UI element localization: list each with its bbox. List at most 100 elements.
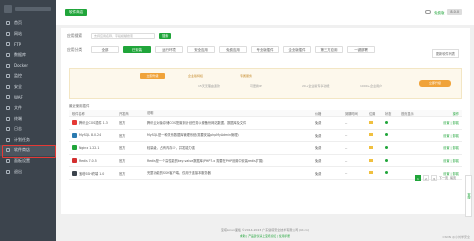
col-name: 软件名称 [72, 111, 85, 116]
app-developer: 官方 [119, 133, 126, 138]
col-expiry: 到期时间 [345, 111, 358, 116]
search-button[interactable]: 搜索 [159, 33, 172, 39]
sidebar-item-security[interactable]: 安全 [0, 82, 56, 93]
sidebar-item-files[interactable]: 文件 [0, 103, 56, 114]
footer-links[interactable]: 求助 | 产品建议请上宝塔论坛 | 使用手册 [56, 234, 474, 238]
grid-icon [6, 148, 10, 153]
app-name-text: Nginx 1.22.1 [79, 145, 100, 150]
pagination: 1 2 3 下一页 尾页 [414, 175, 456, 181]
banner-feature-2: 可更换IP [250, 84, 262, 88]
table-row: 宝塔SSH终端 1.0 官方 完整功能的SSH客户端，仅用于连接本服务器 免费 … [69, 167, 462, 180]
category-free[interactable]: 免费应用 [219, 46, 247, 53]
version-badge[interactable]: 8.0.0 [447, 9, 462, 15]
sidebar-item-label: WAF [14, 94, 23, 100]
monitor-icon [6, 74, 10, 79]
app-price: 免费 [315, 133, 322, 138]
category-label: 应用分类 [67, 46, 83, 52]
folder-icon [369, 120, 373, 124]
category-runtime[interactable]: 运行环境 [155, 46, 183, 53]
app-actions[interactable]: 设置 | 卸载 [423, 133, 462, 138]
app-expiry: -- [345, 120, 348, 125]
app-expiry: -- [345, 145, 348, 150]
sidebar-item-waf[interactable]: WAF [0, 92, 56, 103]
table-row: 腾讯云COS插件 1.3 官方 腾讯云对象存储COS配置到计划任务以便备份网站数… [69, 117, 462, 130]
category-enterprise[interactable]: 企业版插件 [283, 46, 311, 53]
firewall-icon [6, 95, 10, 100]
app-price: 免费 [315, 146, 322, 151]
sidebar-item-store[interactable]: 软件商店 [0, 145, 56, 158]
upgrade-banner: 立即升级 企业版特权 专属服务 15天无理由退款 可更换IP 20+企业版专享功… [69, 68, 462, 99]
status-dot-icon [385, 158, 388, 162]
log-icon [6, 127, 10, 132]
support-float-button[interactable]: 客服 [465, 175, 472, 217]
app-location[interactable] [369, 145, 385, 150]
sidebar-item-settings[interactable]: 面板设置 [0, 156, 56, 167]
app-name: 宝塔SSH终端 1.0 [69, 170, 119, 176]
shield-icon [6, 84, 10, 89]
sidebar-item-monitor[interactable]: 监控 [0, 71, 56, 82]
sidebar-item-label: 数据库 [14, 52, 26, 58]
table-row: Nginx 1.22.1 官方 轻量级，占有内存少，并发能力强 免费 -- 设置… [69, 142, 462, 155]
app-icon [72, 120, 77, 126]
category-all[interactable]: 全部 [91, 46, 119, 53]
category-pro[interactable]: 专业版插件 [251, 46, 279, 53]
upgrade-button[interactable]: 立即升级 [419, 80, 451, 87]
server-ip [15, 7, 51, 11]
sidebar-item-terminal[interactable]: 终端 [0, 113, 56, 124]
sidebar-item-logs[interactable]: 日志 [0, 124, 56, 135]
col-location: 位置 [369, 111, 376, 116]
app-location[interactable] [369, 133, 385, 137]
search-input[interactable]: 支持应用名称、字段模糊搜索 [91, 33, 155, 39]
category-thirdparty[interactable]: 第三方应用 [315, 46, 343, 53]
sidebar-item-docker[interactable]: Docker [0, 60, 56, 71]
app-icon [72, 158, 77, 164]
sidebar-item-label: 计划任务 [14, 136, 30, 142]
toggle-icon[interactable] [425, 10, 432, 14]
home-icon [6, 21, 10, 26]
edition-label: 免费版 [434, 10, 445, 15]
app-actions[interactable]: 设置 | 卸载 [423, 145, 462, 150]
sidebar-item-home[interactable]: 首页 [0, 18, 56, 29]
category-installed[interactable]: 已安装 [123, 46, 151, 53]
app-location[interactable] [369, 120, 385, 125]
sidebar-item-label: 软件商店 [14, 147, 30, 153]
app-name-text: Redis 7.0.5 [79, 158, 97, 163]
sidebar-item-website[interactable]: 网站 [0, 29, 56, 40]
col-status: 状态 [385, 111, 392, 116]
sidebar-item-label: 首页 [14, 20, 22, 26]
folder-icon [369, 158, 373, 162]
search-label: 应用搜索 [67, 33, 83, 38]
status-dot-icon [385, 145, 388, 149]
upgrade-logo: 立即升级 [140, 73, 165, 79]
category-security[interactable]: 安全应用 [187, 46, 215, 53]
app-icon [72, 132, 77, 138]
category-deploy[interactable]: 一键部署 [347, 46, 375, 53]
sidebar-item-database[interactable]: 数据库 [0, 50, 56, 61]
page-3[interactable]: 3 [430, 175, 437, 181]
page-last[interactable]: 尾页 [450, 176, 456, 180]
logo-icon [4, 5, 12, 13]
sidebar-item-ftp[interactable]: FTP [0, 39, 56, 50]
app-location[interactable] [369, 171, 385, 175]
col-price: 价格 [315, 111, 322, 116]
sidebar-item-logout[interactable]: 退出 [0, 166, 56, 177]
page-1[interactable]: 1 [414, 175, 421, 181]
banner-feature-3: 20+企业版专享功能 [302, 84, 330, 88]
status-dot-icon [385, 171, 388, 175]
app-location[interactable] [369, 158, 385, 163]
app-description: 腾讯云对象存储COS配置到计划任务以便备份网站数据、数据库及文件 [147, 120, 247, 125]
page-next[interactable]: 下一页 [439, 176, 448, 180]
app-actions[interactable]: 设置 | 卸载 [423, 120, 462, 125]
sidebar-item-cron[interactable]: 计划任务 [0, 135, 56, 146]
ftp-icon [6, 42, 10, 47]
page-2[interactable]: 2 [422, 175, 429, 181]
app-actions[interactable]: 设置 | 卸载 [423, 158, 462, 163]
folder-icon [369, 171, 373, 175]
terminal-icon [6, 116, 10, 121]
status-dot-icon [385, 133, 388, 137]
update-list-button[interactable]: 更新软件列表 [431, 49, 459, 58]
sidebar-item-label: 安全 [14, 83, 22, 89]
globe-icon [6, 31, 10, 36]
watermark: CSDN @小刘学安全 [442, 235, 470, 239]
app-status [385, 145, 401, 150]
